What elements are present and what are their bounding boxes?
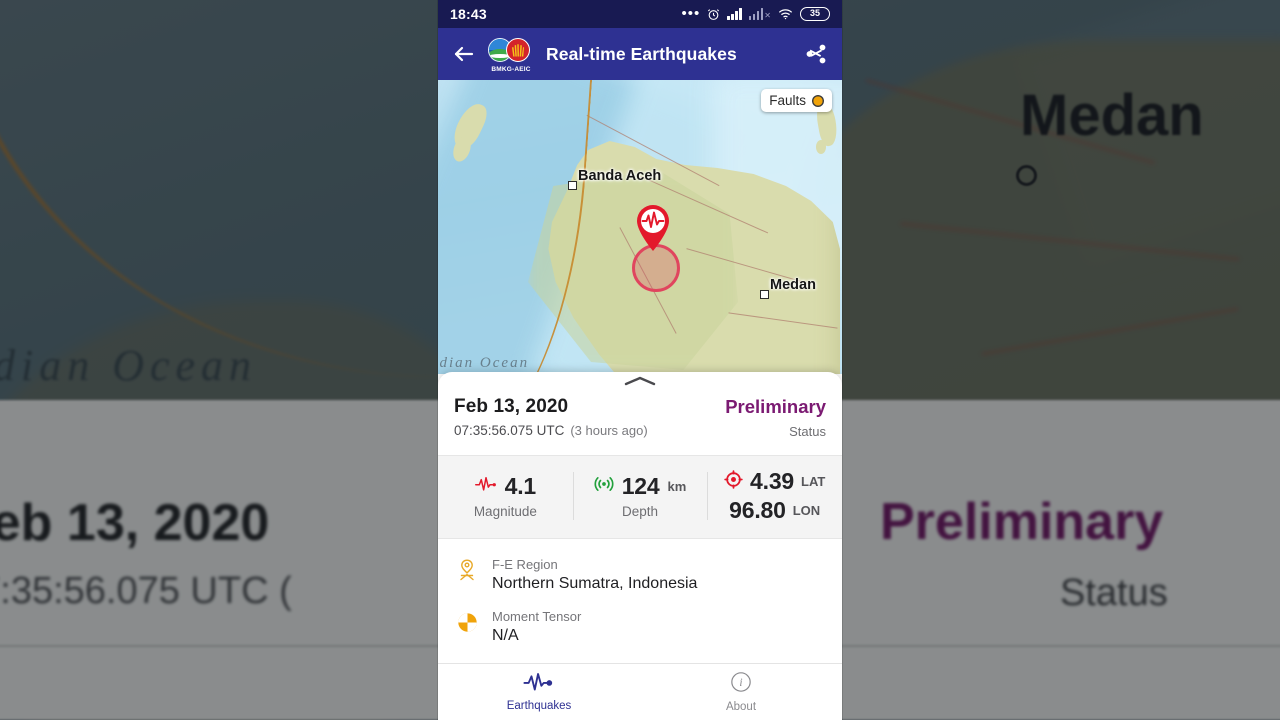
share-icon[interactable]	[804, 42, 828, 66]
magnitude-label: Magnitude	[473, 504, 537, 519]
detail-row-fe-region: F-E Region Northern Sumatra, Indonesia	[438, 551, 842, 603]
earthquake-marker-icon[interactable]	[633, 202, 673, 252]
depth-value: 124	[621, 473, 660, 499]
moment-tensor-value: N/A	[492, 627, 519, 644]
bottom-navigation: Earthquakes i About	[438, 663, 842, 720]
longitude-value: 96.80	[729, 497, 786, 523]
status-bar: 18:43 ••• ✕ 35	[438, 0, 842, 28]
fe-region-value: Northern Sumatra, Indonesia	[492, 575, 698, 592]
map-island	[816, 140, 826, 154]
map-ocean-label: ndian Ocean	[438, 355, 530, 371]
asean-logo-icon	[506, 38, 530, 62]
info-circle-icon: i	[730, 671, 752, 698]
alarm-icon	[707, 8, 720, 21]
fe-region-label: F-E Region	[492, 557, 558, 572]
fe-region-icon	[456, 557, 478, 583]
city-label: Banda Aceh	[578, 168, 662, 184]
sheet-header: Feb 13, 2020 07:35:56.075 UTC (3 hours a…	[438, 390, 842, 455]
logo-label: BMKG-AEIC	[491, 66, 531, 73]
wifi-icon	[778, 8, 793, 20]
detail-bottom-sheet[interactable]: Feb 13, 2020 07:35:56.075 UTC (3 hours a…	[438, 372, 842, 720]
longitude-unit: LON	[792, 503, 821, 518]
depth-rings-icon	[594, 474, 614, 499]
depth-unit: km	[667, 479, 687, 494]
map-view[interactable]: ndian Ocean Banda Aceh Medan Faults	[438, 80, 842, 374]
faults-button-label: Faults	[769, 93, 806, 108]
stat-coordinates: 4.39 LAT 96.80 LON	[707, 468, 842, 524]
signal-off-icon: ✕	[748, 8, 771, 20]
city-label: Medan	[770, 277, 816, 293]
battery-icon: 35	[800, 7, 830, 21]
event-relative-time: (3 hours ago)	[570, 423, 648, 438]
detail-row-moment-tensor: Moment Tensor N/A	[438, 603, 842, 655]
latitude-value: 4.39	[750, 468, 794, 494]
status-value: Preliminary	[725, 396, 826, 417]
event-time-utc: 07:35:56.075 UTC	[454, 423, 565, 438]
moment-tensor-label: Moment Tensor	[492, 609, 582, 624]
magnitude-value: 4.1	[504, 473, 537, 499]
back-arrow-icon[interactable]	[452, 42, 476, 66]
city-marker-icon	[568, 181, 577, 190]
faults-dot-icon	[812, 94, 824, 107]
depth-label: Depth	[621, 504, 659, 519]
tab-about[interactable]: i About	[640, 671, 842, 713]
waveform-icon	[523, 672, 555, 697]
tab-about-label: About	[725, 701, 757, 713]
map-city-banda-aceh: Banda Aceh	[568, 168, 661, 190]
more-dots-icon: •••	[681, 5, 701, 22]
map-city-medan: Medan	[760, 277, 816, 299]
tab-earthquakes[interactable]: Earthquakes	[438, 672, 640, 712]
svg-text:i: i	[739, 677, 742, 689]
event-date: Feb 13, 2020	[454, 396, 569, 417]
tab-earthquakes-label: Earthquakes	[506, 700, 572, 712]
phone-viewport: 18:43 ••• ✕ 35 BMKG-AEIC Real-time Earth…	[438, 0, 842, 720]
sheet-grabber-handle[interactable]	[438, 372, 842, 390]
magnitude-waveform-icon	[474, 475, 497, 498]
target-icon	[724, 469, 743, 494]
status-bar-time: 18:43	[450, 6, 487, 22]
event-details-list: F-E Region Northern Sumatra, Indonesia M…	[438, 539, 842, 661]
stat-magnitude: 4.1 Magnitude	[438, 468, 573, 524]
faults-toggle-button[interactable]: Faults	[761, 89, 832, 112]
app-bar: BMKG-AEIC Real-time Earthquakes	[438, 28, 842, 80]
moment-tensor-beachball-icon	[456, 609, 478, 635]
stat-depth: 124 km Depth	[572, 468, 708, 524]
city-marker-icon	[760, 290, 769, 299]
screen-root: Medan ndian Ocean Feb 13, 2020 07:35:56.…	[0, 0, 1280, 720]
bmkg-aeic-logo: BMKG-AEIC	[486, 36, 536, 73]
event-stats-row: 4.1 Magnitude 124 km Depth 4.39 LAT 96.8…	[438, 455, 842, 539]
signal-full-icon	[727, 8, 742, 20]
page-title: Real-time Earthquakes	[546, 43, 737, 64]
latitude-unit: LAT	[801, 474, 826, 489]
status-label: Status	[789, 424, 826, 439]
